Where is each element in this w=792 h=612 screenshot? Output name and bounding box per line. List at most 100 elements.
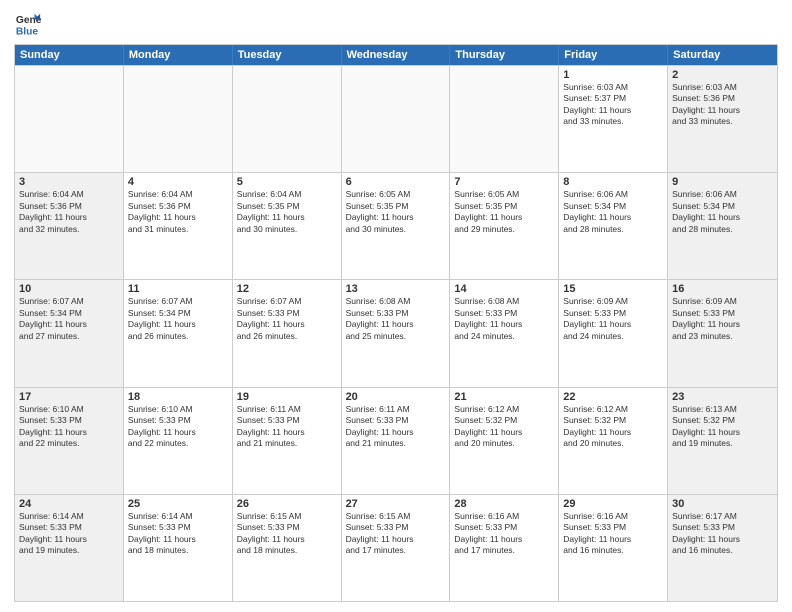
day-info: Sunrise: 6:08 AM Sunset: 5:33 PM Dayligh… (454, 296, 554, 342)
day-info: Sunrise: 6:05 AM Sunset: 5:35 PM Dayligh… (346, 189, 446, 235)
day-info: Sunrise: 6:09 AM Sunset: 5:33 PM Dayligh… (563, 296, 663, 342)
day-number: 9 (672, 176, 773, 188)
calendar-row: 10Sunrise: 6:07 AM Sunset: 5:34 PM Dayli… (15, 279, 777, 386)
day-number: 27 (346, 498, 446, 510)
day-cell: 14Sunrise: 6:08 AM Sunset: 5:33 PM Dayli… (450, 280, 559, 386)
day-info: Sunrise: 6:07 AM Sunset: 5:33 PM Dayligh… (237, 296, 337, 342)
logo-icon: General Blue (14, 10, 42, 38)
day-number: 2 (672, 69, 773, 81)
day-cell: 18Sunrise: 6:10 AM Sunset: 5:33 PM Dayli… (124, 388, 233, 494)
day-number: 6 (346, 176, 446, 188)
day-info: Sunrise: 6:16 AM Sunset: 5:33 PM Dayligh… (563, 511, 663, 557)
day-cell: 20Sunrise: 6:11 AM Sunset: 5:33 PM Dayli… (342, 388, 451, 494)
day-number: 13 (346, 283, 446, 295)
day-info: Sunrise: 6:13 AM Sunset: 5:32 PM Dayligh… (672, 404, 773, 450)
day-number: 18 (128, 391, 228, 403)
day-cell: 28Sunrise: 6:16 AM Sunset: 5:33 PM Dayli… (450, 495, 559, 601)
empty-cell (124, 66, 233, 172)
day-number: 21 (454, 391, 554, 403)
page: General Blue SundayMondayTuesdayWednesda… (0, 0, 792, 612)
calendar: SundayMondayTuesdayWednesdayThursdayFrid… (14, 44, 778, 602)
day-cell: 10Sunrise: 6:07 AM Sunset: 5:34 PM Dayli… (15, 280, 124, 386)
day-number: 26 (237, 498, 337, 510)
day-number: 8 (563, 176, 663, 188)
day-number: 20 (346, 391, 446, 403)
day-number: 22 (563, 391, 663, 403)
day-cell: 25Sunrise: 6:14 AM Sunset: 5:33 PM Dayli… (124, 495, 233, 601)
day-number: 23 (672, 391, 773, 403)
header: General Blue (14, 10, 778, 38)
day-info: Sunrise: 6:07 AM Sunset: 5:34 PM Dayligh… (19, 296, 119, 342)
day-info: Sunrise: 6:14 AM Sunset: 5:33 PM Dayligh… (128, 511, 228, 557)
weekday-header: Wednesday (342, 45, 451, 65)
day-number: 16 (672, 283, 773, 295)
day-cell: 12Sunrise: 6:07 AM Sunset: 5:33 PM Dayli… (233, 280, 342, 386)
day-cell: 11Sunrise: 6:07 AM Sunset: 5:34 PM Dayli… (124, 280, 233, 386)
day-info: Sunrise: 6:03 AM Sunset: 5:36 PM Dayligh… (672, 82, 773, 128)
weekday-header: Saturday (668, 45, 777, 65)
day-info: Sunrise: 6:08 AM Sunset: 5:33 PM Dayligh… (346, 296, 446, 342)
day-cell: 3Sunrise: 6:04 AM Sunset: 5:36 PM Daylig… (15, 173, 124, 279)
weekday-header: Friday (559, 45, 668, 65)
day-number: 3 (19, 176, 119, 188)
day-info: Sunrise: 6:10 AM Sunset: 5:33 PM Dayligh… (128, 404, 228, 450)
day-info: Sunrise: 6:15 AM Sunset: 5:33 PM Dayligh… (237, 511, 337, 557)
empty-cell (233, 66, 342, 172)
empty-cell (450, 66, 559, 172)
weekday-header: Tuesday (233, 45, 342, 65)
day-cell: 8Sunrise: 6:06 AM Sunset: 5:34 PM Daylig… (559, 173, 668, 279)
day-cell: 5Sunrise: 6:04 AM Sunset: 5:35 PM Daylig… (233, 173, 342, 279)
calendar-body: 1Sunrise: 6:03 AM Sunset: 5:37 PM Daylig… (15, 65, 777, 601)
calendar-row: 1Sunrise: 6:03 AM Sunset: 5:37 PM Daylig… (15, 65, 777, 172)
day-cell: 9Sunrise: 6:06 AM Sunset: 5:34 PM Daylig… (668, 173, 777, 279)
day-cell: 24Sunrise: 6:14 AM Sunset: 5:33 PM Dayli… (15, 495, 124, 601)
day-number: 14 (454, 283, 554, 295)
day-cell: 4Sunrise: 6:04 AM Sunset: 5:36 PM Daylig… (124, 173, 233, 279)
day-info: Sunrise: 6:03 AM Sunset: 5:37 PM Dayligh… (563, 82, 663, 128)
day-info: Sunrise: 6:09 AM Sunset: 5:33 PM Dayligh… (672, 296, 773, 342)
day-cell: 21Sunrise: 6:12 AM Sunset: 5:32 PM Dayli… (450, 388, 559, 494)
day-number: 4 (128, 176, 228, 188)
day-cell: 13Sunrise: 6:08 AM Sunset: 5:33 PM Dayli… (342, 280, 451, 386)
empty-cell (342, 66, 451, 172)
calendar-row: 17Sunrise: 6:10 AM Sunset: 5:33 PM Dayli… (15, 387, 777, 494)
day-info: Sunrise: 6:15 AM Sunset: 5:33 PM Dayligh… (346, 511, 446, 557)
day-info: Sunrise: 6:12 AM Sunset: 5:32 PM Dayligh… (563, 404, 663, 450)
day-info: Sunrise: 6:10 AM Sunset: 5:33 PM Dayligh… (19, 404, 119, 450)
day-cell: 22Sunrise: 6:12 AM Sunset: 5:32 PM Dayli… (559, 388, 668, 494)
day-cell: 29Sunrise: 6:16 AM Sunset: 5:33 PM Dayli… (559, 495, 668, 601)
day-info: Sunrise: 6:06 AM Sunset: 5:34 PM Dayligh… (672, 189, 773, 235)
day-info: Sunrise: 6:12 AM Sunset: 5:32 PM Dayligh… (454, 404, 554, 450)
calendar-header: SundayMondayTuesdayWednesdayThursdayFrid… (15, 45, 777, 65)
logo: General Blue (14, 10, 46, 38)
day-cell: 16Sunrise: 6:09 AM Sunset: 5:33 PM Dayli… (668, 280, 777, 386)
day-number: 17 (19, 391, 119, 403)
day-cell: 19Sunrise: 6:11 AM Sunset: 5:33 PM Dayli… (233, 388, 342, 494)
day-cell: 2Sunrise: 6:03 AM Sunset: 5:36 PM Daylig… (668, 66, 777, 172)
day-info: Sunrise: 6:07 AM Sunset: 5:34 PM Dayligh… (128, 296, 228, 342)
day-number: 29 (563, 498, 663, 510)
calendar-row: 3Sunrise: 6:04 AM Sunset: 5:36 PM Daylig… (15, 172, 777, 279)
day-info: Sunrise: 6:04 AM Sunset: 5:35 PM Dayligh… (237, 189, 337, 235)
day-cell: 15Sunrise: 6:09 AM Sunset: 5:33 PM Dayli… (559, 280, 668, 386)
empty-cell (15, 66, 124, 172)
day-info: Sunrise: 6:17 AM Sunset: 5:33 PM Dayligh… (672, 511, 773, 557)
day-cell: 30Sunrise: 6:17 AM Sunset: 5:33 PM Dayli… (668, 495, 777, 601)
day-number: 24 (19, 498, 119, 510)
day-number: 5 (237, 176, 337, 188)
day-number: 12 (237, 283, 337, 295)
day-cell: 1Sunrise: 6:03 AM Sunset: 5:37 PM Daylig… (559, 66, 668, 172)
day-info: Sunrise: 6:11 AM Sunset: 5:33 PM Dayligh… (346, 404, 446, 450)
day-info: Sunrise: 6:16 AM Sunset: 5:33 PM Dayligh… (454, 511, 554, 557)
day-info: Sunrise: 6:06 AM Sunset: 5:34 PM Dayligh… (563, 189, 663, 235)
day-number: 28 (454, 498, 554, 510)
day-info: Sunrise: 6:05 AM Sunset: 5:35 PM Dayligh… (454, 189, 554, 235)
svg-text:Blue: Blue (16, 26, 39, 37)
day-number: 10 (19, 283, 119, 295)
day-cell: 27Sunrise: 6:15 AM Sunset: 5:33 PM Dayli… (342, 495, 451, 601)
day-number: 30 (672, 498, 773, 510)
day-cell: 6Sunrise: 6:05 AM Sunset: 5:35 PM Daylig… (342, 173, 451, 279)
day-info: Sunrise: 6:14 AM Sunset: 5:33 PM Dayligh… (19, 511, 119, 557)
day-number: 7 (454, 176, 554, 188)
day-number: 15 (563, 283, 663, 295)
